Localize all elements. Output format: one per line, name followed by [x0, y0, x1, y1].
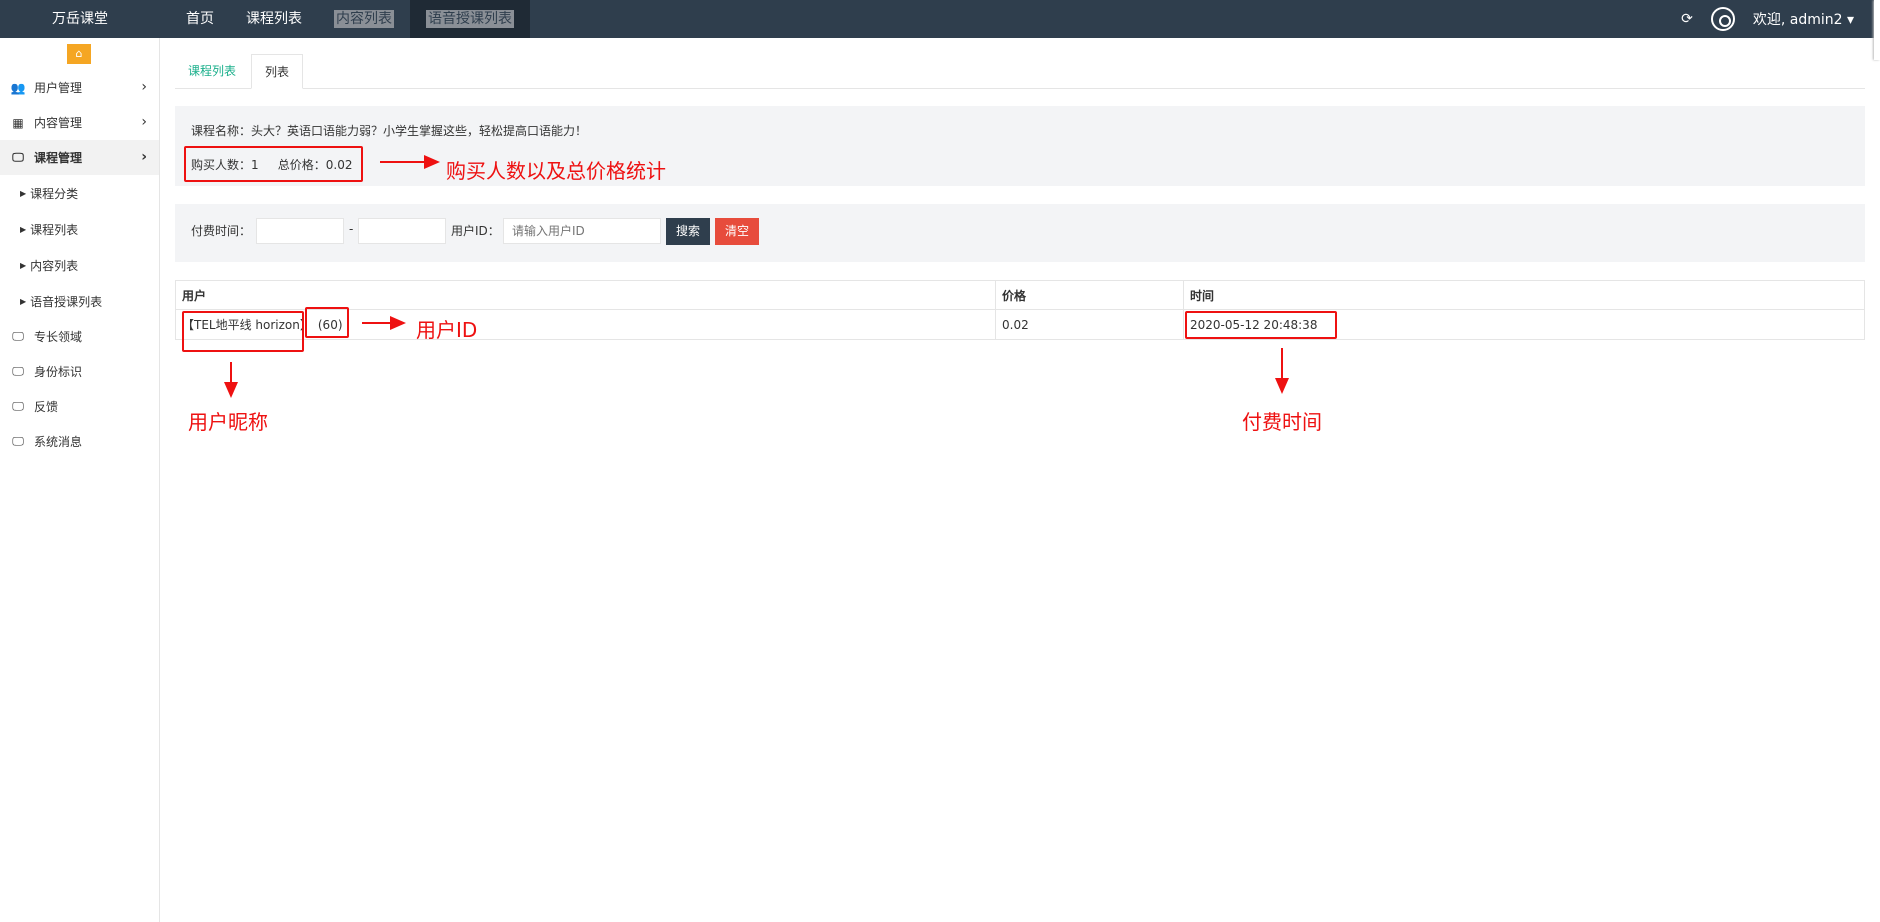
sidebar-subitem-label: 语音授课列表 [30, 294, 103, 309]
sidebar-subitem-label: 内容列表 [30, 258, 79, 273]
caret-right-icon: ▶ [20, 188, 27, 198]
monitor-icon: 🖵 [12, 150, 24, 164]
annotation-stats: 购买人数以及总价格统计 [446, 159, 666, 183]
search-button[interactable]: 搜索 [666, 218, 711, 245]
arrow-down-icon [224, 362, 238, 398]
tab-bar: 课程列表 列表 [175, 54, 1865, 89]
sidebar-item-label: 系统消息 [34, 435, 83, 449]
tab-list[interactable]: 列表 [251, 54, 304, 89]
refresh-icon[interactable]: ⟳ [1681, 11, 1693, 27]
chevron-right-icon: › [141, 149, 147, 165]
sidebar-item-label: 身份标识 [34, 365, 83, 379]
pay-time-label: 付费时间： [191, 224, 252, 238]
arrow-down-icon [1275, 348, 1289, 394]
sidebar-subitem-course-category[interactable]: ▶ 课程分类 [0, 175, 159, 211]
uid-highlight-box [305, 307, 349, 338]
users-icon: 👥 [10, 80, 26, 95]
sidebar-item-expertise[interactable]: 🖵 专长领域 [0, 319, 159, 354]
sidebar-item-label: 课程管理 [34, 151, 83, 165]
cell-price: 0.02 [996, 310, 1184, 339]
chevron-right-icon: › [141, 114, 147, 130]
grid-icon: ▦ [12, 115, 24, 130]
nav-content-list-label: 内容列表 [334, 10, 394, 28]
nav-voice-list[interactable]: 语音授课列表 [410, 0, 530, 38]
uid-label: 用户ID： [451, 224, 500, 238]
nickname-highlight-box [182, 311, 304, 352]
pay-time-start-input[interactable] [256, 218, 344, 244]
nav-home[interactable]: 首页 [170, 0, 230, 38]
stats-highlight-box [184, 146, 363, 182]
right-edge-handle [1874, 0, 1880, 60]
brand-logo[interactable]: 万岳课堂 [0, 0, 160, 38]
user-menu[interactable]: 欢迎, admin2 ▾ [1753, 9, 1854, 29]
uid-search-input[interactable] [503, 218, 661, 244]
course-info-panel: 课程名称：头大？英语口语能力弱？小学生掌握这些，轻松提高口语能力！ 购买人数：1… [175, 106, 1865, 186]
sidebar-item-label: 反馈 [34, 400, 59, 414]
sidebar-item-label: 用户管理 [34, 81, 83, 95]
table-header: 用户 价格 时间 [176, 281, 1864, 310]
time-highlight-box [1185, 311, 1337, 339]
sidebar-subitem-label: 课程列表 [30, 222, 79, 237]
sidebar-subitem-voice-list[interactable]: ▶ 语音授课列表 [0, 283, 159, 319]
course-name: 课程名称：头大？英语口语能力弱？小学生掌握这些，轻松提高口语能力！ [191, 124, 588, 138]
caret-right-icon: ▶ [20, 224, 27, 234]
tab-course-list[interactable]: 课程列表 [175, 54, 249, 89]
annotation-time: 付费时间 [1242, 410, 1322, 434]
sidebar-item-course-mgmt[interactable]: 🖵 课程管理 › [0, 140, 159, 175]
top-bar: 万岳课堂 首页 课程列表 内容列表 语音授课列表 ⟳ 欢迎, admin2 ▾ [0, 0, 1880, 60]
sidebar-item-identity[interactable]: 🖵 身份标识 [0, 354, 159, 389]
col-header-user: 用户 [176, 281, 996, 309]
chevron-right-icon: › [141, 79, 147, 95]
nav-course-list[interactable]: 课程列表 [230, 0, 318, 38]
col-header-price: 价格 [996, 281, 1184, 309]
share-icon[interactable] [1710, 7, 1735, 31]
pay-time-end-input[interactable] [358, 218, 446, 244]
top-nav: 首页 课程列表 内容列表 语音授课列表 [170, 0, 530, 38]
sidebar-subitem-content-list[interactable]: ▶ 内容列表 [0, 247, 159, 283]
caret-right-icon: ▶ [20, 260, 27, 270]
filter-bar: 付费时间： - 用户ID： 搜索 清空 [175, 204, 1865, 262]
monitor-icon: 🖵 [12, 364, 24, 378]
sidebar-item-system-msg[interactable]: 🖵 系统消息 [0, 424, 159, 459]
nav-voice-list-label: 语音授课列表 [426, 10, 514, 28]
arrow-right-icon [362, 316, 406, 330]
sidebar-item-label: 专长领域 [34, 330, 83, 344]
col-header-time: 时间 [1190, 288, 1215, 303]
sidebar-item-label: 内容管理 [34, 116, 83, 130]
sidebar-subitem-label: 课程分类 [30, 186, 79, 201]
sidebar: ⌂ 👥 用户管理 › ▦ 内容管理 › 🖵 课程管理 › ▶ 课程分类 ▶ 课程… [0, 38, 160, 922]
monitor-icon: 🖵 [12, 399, 24, 413]
home-icon[interactable]: ⌂ [67, 44, 91, 64]
monitor-icon: 🖵 [12, 329, 24, 343]
sidebar-item-content-mgmt[interactable]: ▦ 内容管理 › [0, 105, 159, 140]
clear-button[interactable]: 清空 [715, 218, 760, 245]
annotation-nickname: 用户昵称 [188, 410, 268, 434]
sidebar-menu: 👥 用户管理 › ▦ 内容管理 › 🖵 课程管理 › ▶ 课程分类 ▶ 课程列表… [0, 70, 159, 459]
annotation-uid: 用户ID [416, 318, 478, 342]
sidebar-item-user-mgmt[interactable]: 👥 用户管理 › [0, 70, 159, 105]
top-right: ⟳ 欢迎, admin2 ▾ [1681, 0, 1854, 38]
date-range-dash: - [349, 222, 354, 236]
monitor-icon: 🖵 [12, 434, 24, 448]
arrow-right-icon [380, 155, 440, 169]
caret-right-icon: ▶ [20, 296, 27, 306]
sidebar-subitem-course-list[interactable]: ▶ 课程列表 [0, 211, 159, 247]
nav-content-list[interactable]: 内容列表 [318, 0, 410, 38]
sidebar-item-feedback[interactable]: 🖵 反馈 [0, 389, 159, 424]
